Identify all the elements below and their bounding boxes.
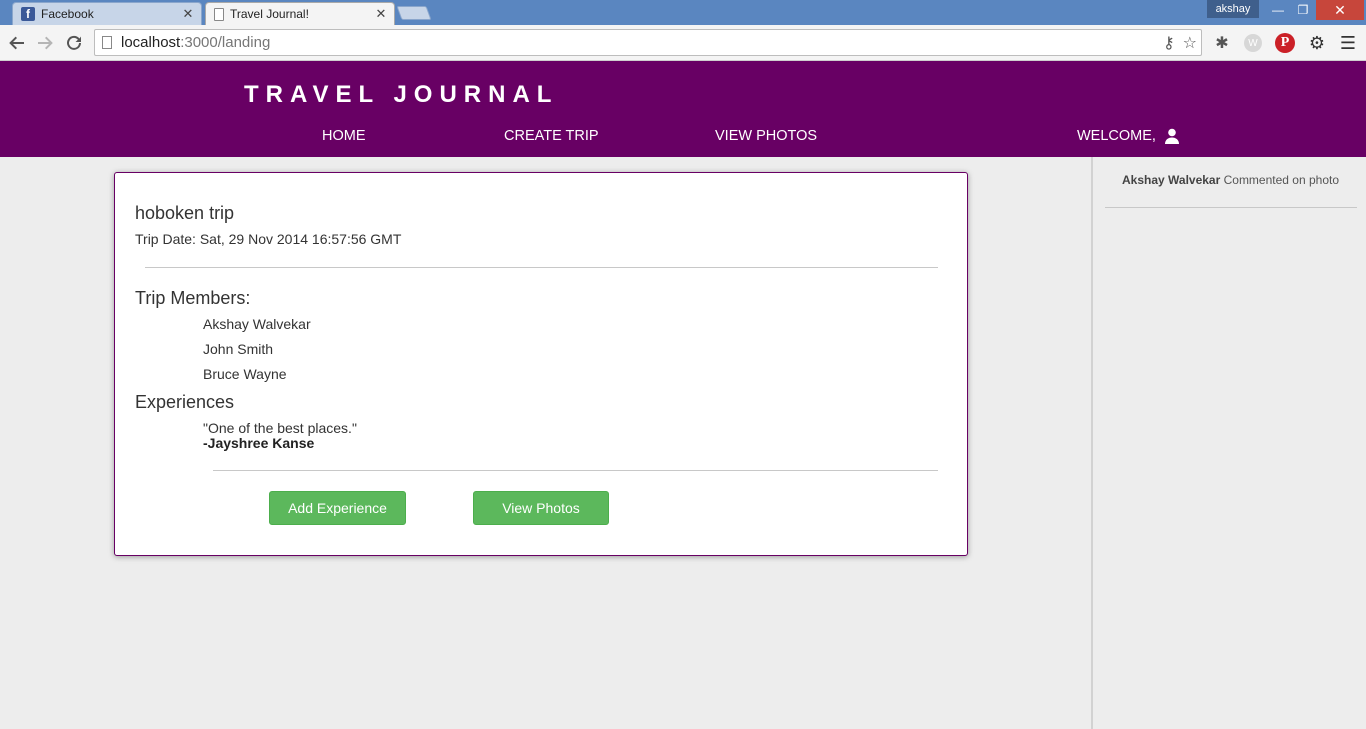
add-experience-button[interactable]: Add Experience xyxy=(269,491,406,525)
pinterest-icon[interactable]: P xyxy=(1274,32,1296,54)
activity-user[interactable]: Akshay Walvekar xyxy=(1122,173,1220,187)
minimize-icon[interactable]: — xyxy=(1265,0,1291,20)
forward-arrow-icon[interactable] xyxy=(33,31,57,55)
experience-author: -Jayshree Kanse xyxy=(203,435,315,451)
nav-welcome[interactable]: WELCOME, xyxy=(1077,128,1156,144)
address-bar[interactable]: localhost:3000/landing ⚷ ☆ xyxy=(94,29,1202,56)
trip-members-heading: Trip Members: xyxy=(135,288,251,308)
member-item: Bruce Wayne xyxy=(203,366,287,382)
restore-icon[interactable]: ❐ xyxy=(1290,0,1316,20)
window-close-icon[interactable]: ✕ xyxy=(1316,0,1364,20)
divider xyxy=(145,267,938,268)
experiences-heading: Experiences xyxy=(135,392,235,412)
nav-create-trip[interactable]: CREATE TRIP xyxy=(504,128,599,144)
activity-item: Akshay Walvekar Commented on photo xyxy=(1093,173,1366,187)
profile-badge[interactable]: akshay xyxy=(1207,0,1259,18)
trip-date: Trip Date: Sat, 29 Nov 2014 16:57:56 GMT xyxy=(135,231,402,247)
url-text[interactable]: localhost:3000/landing xyxy=(121,34,270,51)
close-icon[interactable]: ✕ xyxy=(374,6,388,22)
trip-title: hoboken trip xyxy=(135,203,235,223)
tab-facebook[interactable]: f Facebook ✕ xyxy=(12,2,202,25)
site-header: TRAVEL JOURNAL HOME CREATE TRIP VIEW PHO… xyxy=(0,61,1366,157)
gear-icon[interactable]: ⚙ xyxy=(1306,32,1328,54)
key-icon[interactable]: ⚷ xyxy=(1163,33,1175,53)
nav-home[interactable]: HOME xyxy=(322,128,366,144)
site-brand[interactable]: TRAVEL JOURNAL xyxy=(244,81,558,109)
facebook-icon: f xyxy=(21,7,35,21)
tab-title: Facebook xyxy=(41,7,94,21)
extension-w-icon[interactable]: W xyxy=(1242,32,1264,54)
experience-quote: "One of the best places." xyxy=(203,420,357,436)
extension-bug-icon[interactable]: ✱ xyxy=(1211,32,1233,54)
tab-travel-journal[interactable]: Travel Journal! ✕ xyxy=(205,2,395,25)
divider xyxy=(213,470,938,471)
user-icon[interactable] xyxy=(1164,128,1180,144)
activity-sidebar: Akshay Walvekar Commented on photo xyxy=(1091,157,1366,729)
nav-view-photos[interactable]: VIEW PHOTOS xyxy=(715,128,817,144)
reload-icon[interactable] xyxy=(62,31,86,55)
divider xyxy=(1105,207,1357,208)
tab-title: Travel Journal! xyxy=(230,7,309,21)
page-icon xyxy=(102,36,112,49)
menu-icon[interactable]: ☰ xyxy=(1337,32,1359,54)
new-tab-button[interactable] xyxy=(396,6,432,20)
browser-titlebar: f Facebook ✕ Travel Journal! ✕ akshay — … xyxy=(0,0,1366,25)
view-photos-button[interactable]: View Photos xyxy=(473,491,609,525)
trip-card: hoboken trip Trip Date: Sat, 29 Nov 2014… xyxy=(114,172,968,556)
member-item: John Smith xyxy=(203,341,274,357)
star-icon[interactable]: ☆ xyxy=(1183,33,1197,53)
member-item: Akshay Walvekar xyxy=(203,316,311,332)
close-icon[interactable]: ✕ xyxy=(181,6,195,22)
back-arrow-icon[interactable] xyxy=(5,31,29,55)
browser-toolbar: localhost:3000/landing ⚷ ☆ ✱ W P ⚙ ☰ xyxy=(0,25,1366,61)
activity-text: Commented on photo xyxy=(1220,173,1340,187)
page-icon xyxy=(214,7,224,21)
